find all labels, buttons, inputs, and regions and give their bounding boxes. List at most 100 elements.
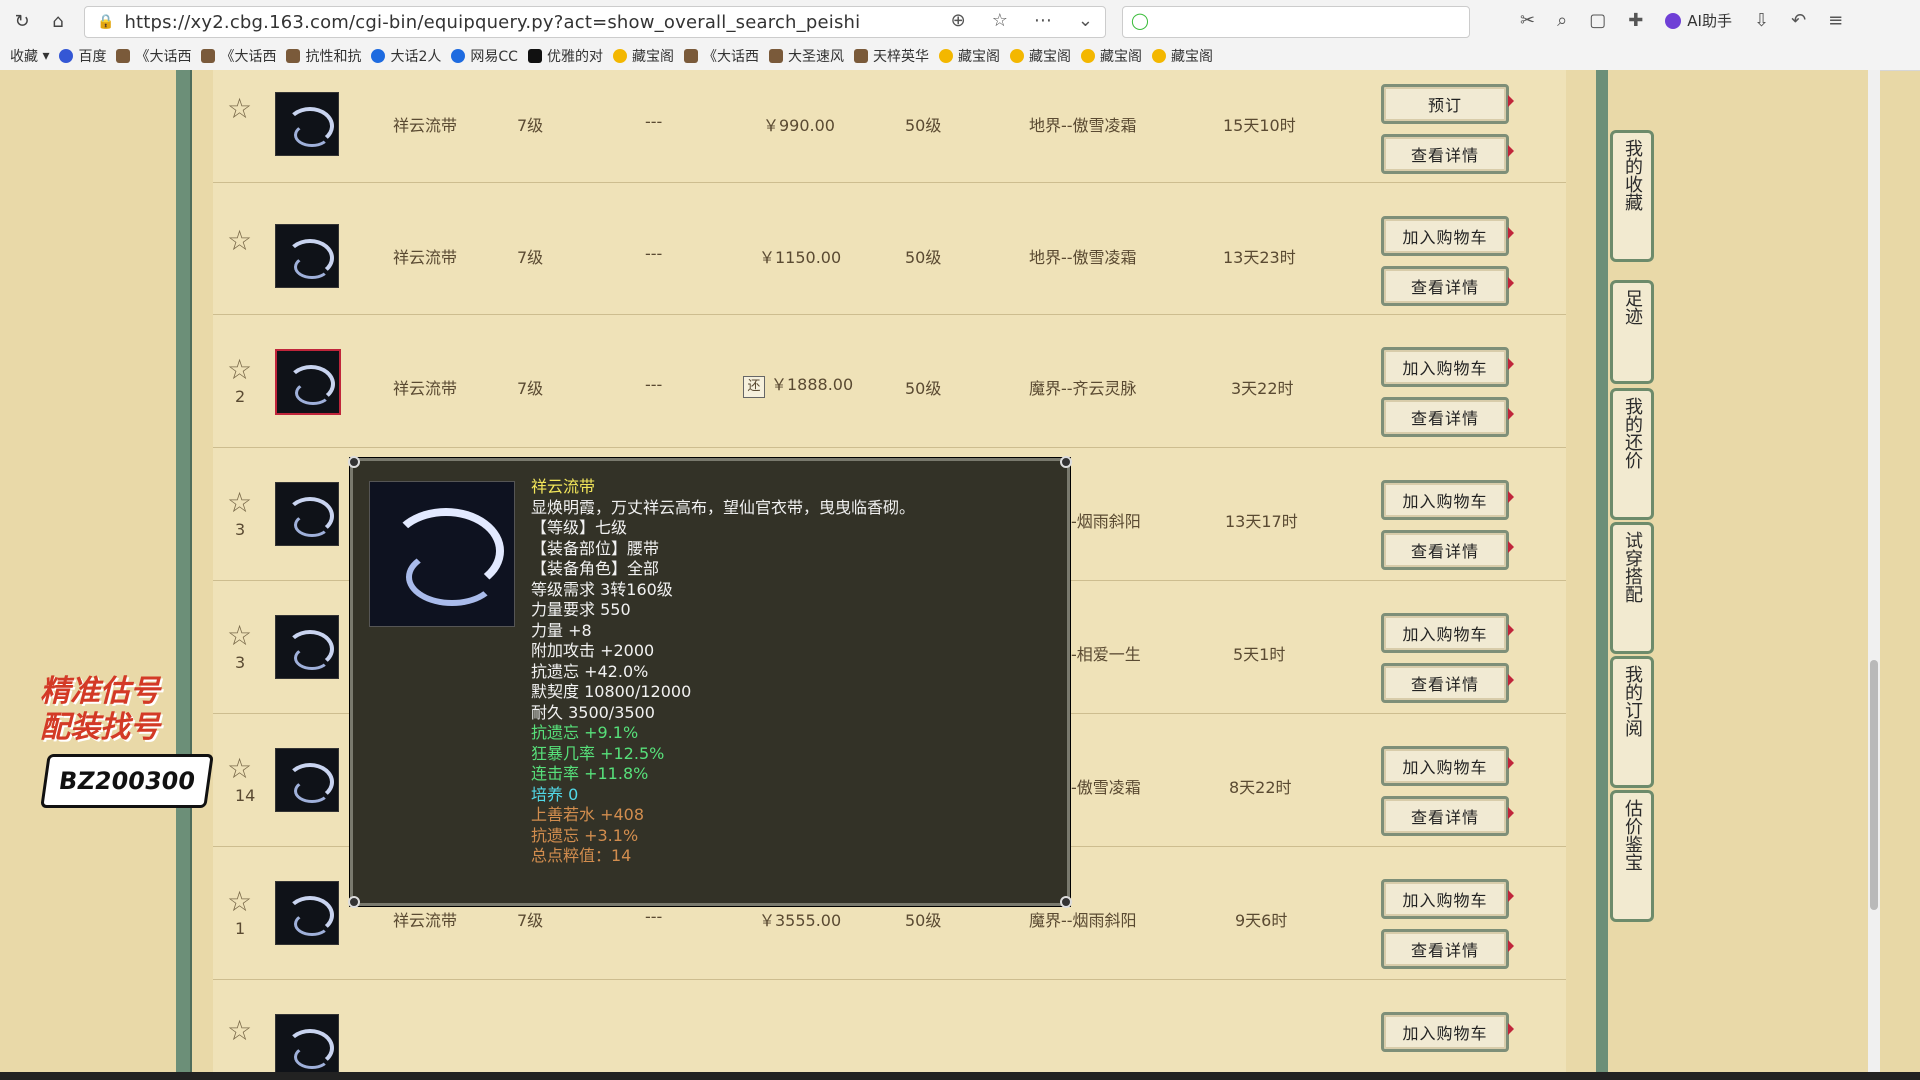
tooltip-title: 祥云流带 <box>531 477 596 496</box>
cbg-icon <box>612 49 627 63</box>
chevron-down-icon[interactable]: ⌄ <box>1078 10 1093 31</box>
search-input[interactable]: ◯ <box>1122 6 1470 38</box>
more-icon[interactable]: ⋯ <box>1034 10 1052 31</box>
bookmark-item[interactable]: 抗性和抗 <box>286 46 361 66</box>
item-thumbnail[interactable] <box>275 349 341 415</box>
item-req: 50级 <box>905 116 942 135</box>
reserve-button[interactable]: 预订 <box>1381 84 1514 124</box>
add-to-cart-button[interactable]: 加入购物车 <box>1381 480 1514 520</box>
ai-helper-button[interactable]: AI助手 <box>1665 10 1732 31</box>
table-row[interactable]: ☆ 2 祥云流带 7级 --- 还 ￥1888.00 50级 魔界--齐云灵脉 3… <box>213 315 1566 448</box>
bookmark-item[interactable]: 百度 <box>59 46 106 66</box>
game-icon <box>853 49 868 63</box>
bookmark-item[interactable]: 藏宝阁 <box>1080 46 1142 66</box>
vertical-scrollbar[interactable] <box>1868 70 1880 1080</box>
cbg-icon <box>1151 49 1166 63</box>
add-to-cart-button[interactable]: 加入购物车 <box>1381 347 1514 387</box>
bookmark-item[interactable]: 藏宝阁 <box>612 46 674 66</box>
view-details-button[interactable]: 查看详情 <box>1381 530 1514 570</box>
bookmark-item[interactable]: 《大话西 <box>116 46 191 66</box>
favorite-star-icon[interactable]: ☆ <box>227 224 252 257</box>
tooltip-line: 力量 +8 <box>531 620 592 640</box>
item-thumbnail[interactable] <box>275 92 339 156</box>
favorite-star-icon[interactable]: ☆ <box>227 1014 252 1047</box>
item-thumbnail[interactable] <box>275 615 339 679</box>
add-to-cart-button[interactable]: 加入购物车 <box>1381 1012 1514 1052</box>
item-time: 8天22时 <box>1229 778 1292 797</box>
tooltip-line: 等级需求 3转160级 <box>531 579 673 599</box>
right-frame <box>1596 70 1608 1080</box>
table-row[interactable]: ☆ 祥云流带 7级 --- ￥1150.00 50级 地界--傲雪凌霜 13天2… <box>213 182 1566 315</box>
item-thumbnail[interactable] <box>275 1014 339 1078</box>
bookmark-item[interactable]: 收藏 ▾ <box>10 46 49 66</box>
url-text[interactable]: https://xy2.cbg.163.com/cgi-bin/equipque… <box>124 12 860 33</box>
menu-icon[interactable]: ≡ <box>1828 10 1843 31</box>
item-thumbnail[interactable] <box>275 881 339 945</box>
bookmark-item[interactable]: 《大话西 <box>683 46 759 66</box>
add-to-cart-button[interactable]: 加入购物车 <box>1381 879 1514 919</box>
my-counteroffers-button[interactable]: 我的还价 <box>1610 388 1654 520</box>
try-on-button[interactable]: 试穿搭配 <box>1610 522 1654 654</box>
bookmark-item[interactable]: 大圣速风 <box>768 46 844 66</box>
game-icon <box>683 49 698 63</box>
favorite-star-icon[interactable]: ☆ <box>227 486 252 519</box>
appraisal-button[interactable]: 估价鉴宝 <box>1610 790 1654 922</box>
tooltip-line-green: 狂暴几率 +12.5% <box>531 743 665 763</box>
tooltip-corner <box>348 456 360 468</box>
translate-icon[interactable]: ⊕ <box>951 10 966 31</box>
bookmark-item[interactable]: 藏宝阁 <box>1151 46 1213 66</box>
cut-icon[interactable]: ✂ <box>1520 10 1535 31</box>
add-to-cart-button[interactable]: 加入购物车 <box>1381 613 1514 653</box>
view-details-button[interactable]: 查看详情 <box>1381 663 1514 703</box>
bookmark-item[interactable]: 藏宝阁 <box>938 46 1000 66</box>
favorite-star-icon[interactable]: ☆ <box>227 92 252 125</box>
view-details-button[interactable]: 查看详情 <box>1381 929 1514 969</box>
window-icon[interactable]: ▢ <box>1589 10 1606 31</box>
favorite-star-icon[interactable]: ☆ <box>227 353 252 386</box>
item-server: 魔界--齐云灵脉 <box>1029 379 1137 398</box>
undo-icon[interactable]: ↶ <box>1791 10 1806 31</box>
extensions-icon[interactable]: ✚ <box>1628 10 1643 31</box>
home-icon[interactable]: ⌂ <box>44 7 72 35</box>
scrollbar-thumb[interactable] <box>1870 660 1878 910</box>
item-server: 魔界--烟雨斜阳 <box>1029 911 1137 930</box>
bookmarks-bar: 收藏 ▾ 百度 《大话西 《大话西 抗性和抗 大话2人 网易CC 优雅的对 藏宝… <box>0 42 1920 70</box>
view-details-button[interactable]: 查看详情 <box>1381 796 1514 836</box>
favorite-star-icon[interactable]: ☆ <box>227 619 252 652</box>
item-server: -烟雨斜阳 <box>1071 512 1141 531</box>
bookmark-item[interactable]: 大话2人 <box>371 46 441 66</box>
bookmark-item[interactable]: 《大话西 <box>201 46 276 66</box>
tooltip-item-image <box>369 481 515 627</box>
reload-icon[interactable]: ↻ <box>8 7 36 35</box>
item-name: 祥云流带 <box>393 379 458 398</box>
site-icon <box>371 49 386 63</box>
bookmark-item[interactable]: 天梓英华 <box>853 46 929 66</box>
footprints-button[interactable]: 足迹 <box>1610 280 1654 384</box>
item-thumbnail[interactable] <box>275 482 339 546</box>
left-frame <box>176 70 192 1080</box>
bookmark-item[interactable]: 优雅的对 <box>527 46 603 66</box>
bookmark-item[interactable]: 藏宝阁 <box>1009 46 1071 66</box>
my-subscriptions-button[interactable]: 我的订阅 <box>1610 656 1654 788</box>
favorite-star-icon[interactable]: ☆ <box>227 885 252 918</box>
bargain-icon[interactable]: 还 <box>743 376 765 398</box>
item-server: -相爱一生 <box>1071 645 1141 664</box>
my-favorites-button[interactable]: 我的收藏 <box>1610 130 1654 262</box>
view-details-button[interactable]: 查看详情 <box>1381 397 1514 437</box>
download-icon[interactable]: ⇩ <box>1754 10 1769 31</box>
table-row[interactable]: ☆ 加入购物车 <box>213 980 1566 1080</box>
bookmark-star-icon[interactable]: ☆ <box>992 10 1008 31</box>
add-to-cart-button[interactable]: 加入购物车 <box>1381 216 1514 256</box>
tooltip-line: 抗遗忘 +42.0% <box>531 661 649 681</box>
add-to-cart-button[interactable]: 加入购物车 <box>1381 746 1514 786</box>
favorite-star-icon[interactable]: ☆ <box>227 752 252 785</box>
address-bar[interactable]: 🔒 https://xy2.cbg.163.com/cgi-bin/equipq… <box>84 6 1106 38</box>
bookmark-item[interactable]: 网易CC <box>451 46 518 66</box>
view-details-button[interactable]: 查看详情 <box>1381 266 1514 306</box>
item-thumbnail[interactable] <box>275 224 339 288</box>
item-thumbnail[interactable] <box>275 748 339 812</box>
favorite-count: 3 <box>235 520 246 539</box>
find-icon[interactable]: ⌕ <box>1557 10 1567 31</box>
view-details-button[interactable]: 查看详情 <box>1381 134 1514 174</box>
table-row[interactable]: ☆ 祥云流带 7级 --- ￥990.00 50级 地界--傲雪凌霜 15天10… <box>213 70 1566 183</box>
